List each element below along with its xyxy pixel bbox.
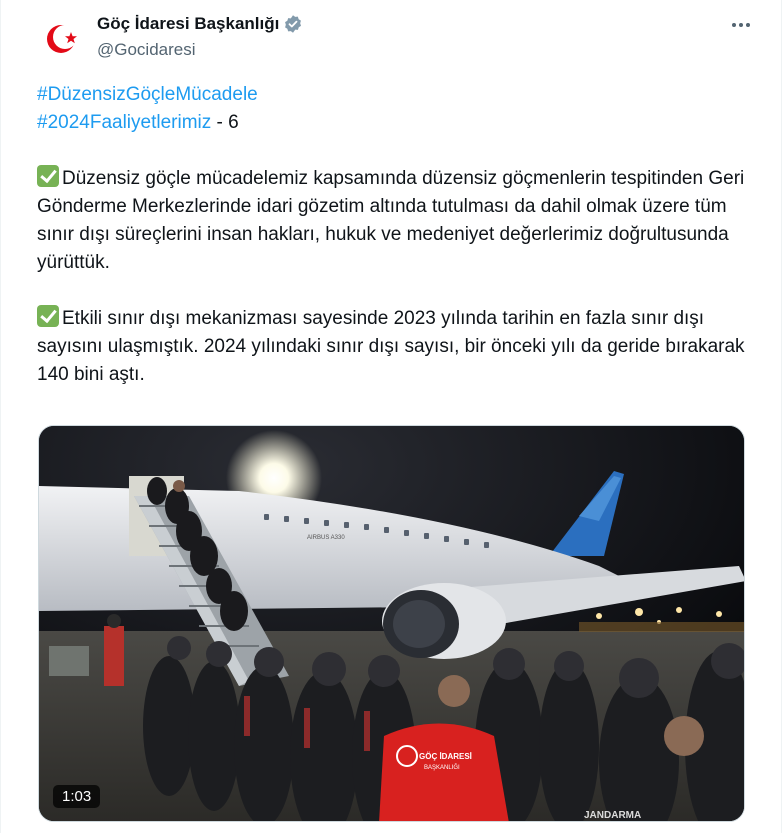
jacket-text: JANDARMA	[584, 810, 641, 821]
avatar[interactable]	[37, 12, 89, 64]
crescent-star-logo-icon	[47, 25, 77, 53]
check-mark-button-icon	[37, 165, 59, 187]
more-options-icon[interactable]	[727, 14, 755, 36]
video-player[interactable]: AIRBUS A330 GÖÇ İDARESİ BAŞKANLIĞI JANDA…	[38, 425, 745, 822]
hashtag-suffix: - 6	[211, 112, 239, 133]
aircraft-label: AIRBUS A330	[307, 535, 345, 541]
vest-text: BAŞKANLIĞI	[424, 764, 460, 771]
author-display-name[interactable]: Göç İdaresi Başkanlığı	[97, 14, 279, 34]
check-mark-button-icon	[37, 305, 59, 327]
author-handle[interactable]: @Gocidaresi	[97, 40, 303, 60]
video-duration: 1:03	[53, 785, 101, 808]
tweet-header: Göç İdaresi Başkanlığı @Gocidaresi	[37, 8, 767, 68]
verified-badge-icon[interactable]	[283, 14, 303, 34]
hashtag-link[interactable]: #2024Faaliyetlerimiz	[37, 112, 211, 133]
hashtag-link[interactable]: #DüzensizGöçleMücadele	[37, 84, 258, 105]
tweet-text: #DüzensizGöçleMücadele #2024Faaliyetleri…	[37, 81, 752, 389]
vest-text: GÖÇ İDARESİ	[419, 752, 472, 761]
video-thumbnail: AIRBUS A330 GÖÇ İDARESİ BAŞKANLIĞI JANDA…	[39, 426, 744, 821]
tweet-paragraph: Etkili sınır dışı mekanizması sayesinde …	[37, 305, 752, 389]
tweet-paragraph: Düzensiz göçle mücadelemiz kapsamında dü…	[37, 165, 752, 277]
tweet-paragraph-text: Etkili sınır dışı mekanizması sayesinde …	[37, 308, 745, 385]
tweet-card: Göç İdaresi Başkanlığı @Gocidaresi #Düze…	[0, 0, 782, 833]
author-names: Göç İdaresi Başkanlığı @Gocidaresi	[97, 12, 303, 60]
tweet-paragraph-text: Düzensiz göçle mücadelemiz kapsamında dü…	[37, 168, 745, 273]
